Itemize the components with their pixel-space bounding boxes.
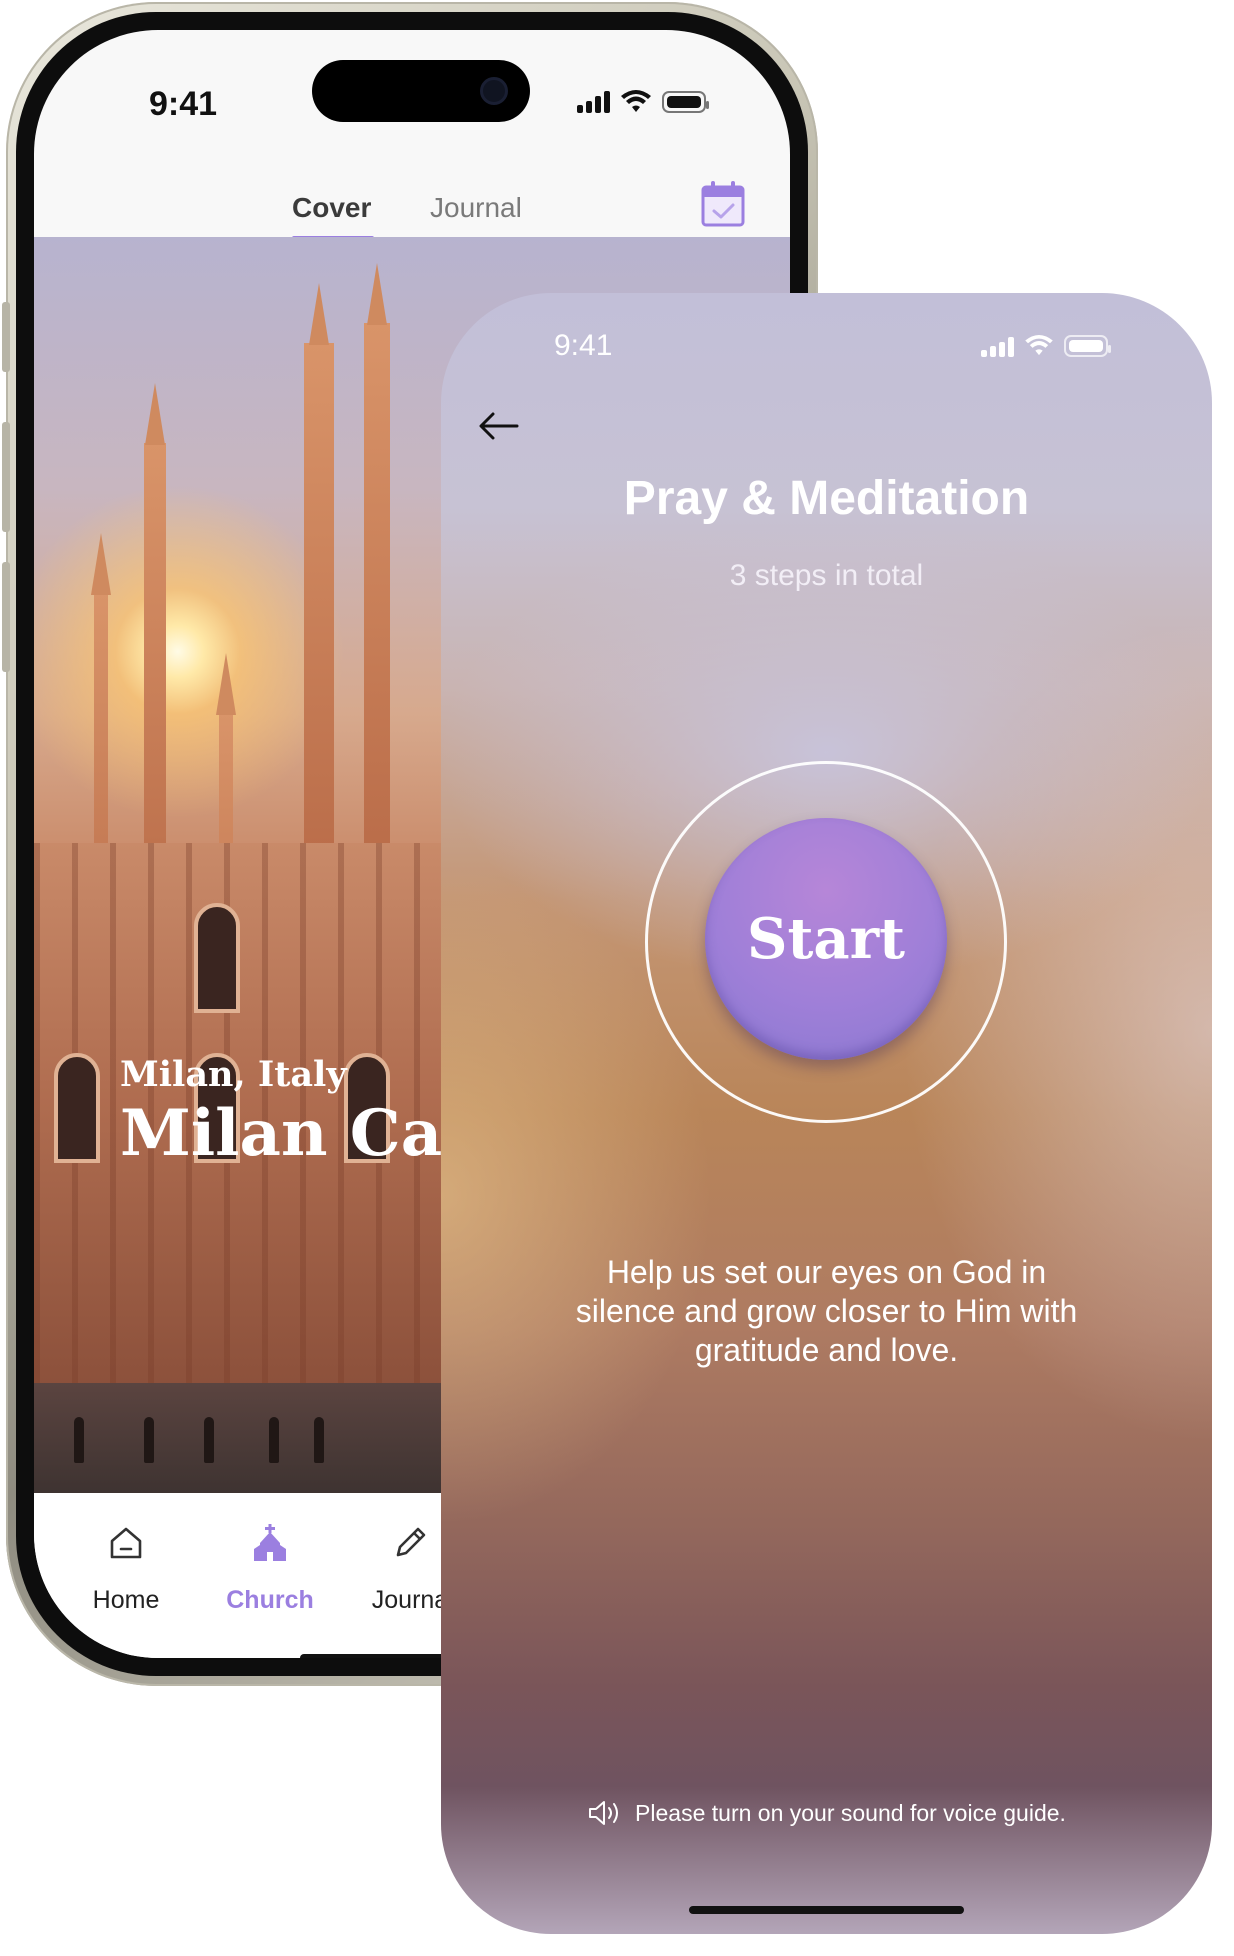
nav-item-home[interactable]: Home: [56, 1523, 196, 1615]
person-silhouette: [269, 1417, 279, 1463]
wifi-icon: [621, 90, 651, 112]
steps-subtitle: 3 steps in total: [729, 559, 924, 592]
volume-up-button: [2, 422, 10, 532]
status-time: 9:41: [149, 85, 218, 123]
pencil-icon: [396, 1527, 426, 1557]
calendar-check-icon[interactable]: [700, 180, 746, 228]
home-icon: [110, 1527, 142, 1559]
volume-down-button: [2, 562, 10, 672]
camera-icon: [480, 77, 508, 105]
person-silhouette: [204, 1417, 214, 1463]
status-bar: 9:41: [34, 30, 790, 160]
battery-icon: [662, 91, 709, 113]
nav-item-church[interactable]: Church: [200, 1523, 340, 1615]
status-icons: [981, 335, 1111, 357]
start-button[interactable]: Start: [705, 818, 947, 1060]
nav-label-home: Home: [92, 1586, 160, 1614]
wifi-icon: [1025, 335, 1053, 356]
person-silhouette: [314, 1417, 324, 1463]
back-arrow-icon[interactable]: [477, 411, 521, 441]
speaker-icon: [589, 1801, 619, 1825]
page-title: Pray & Meditation: [623, 472, 1030, 525]
person-silhouette: [144, 1417, 154, 1463]
dynamic-island: [312, 60, 530, 122]
cellular-signal-icon: [577, 91, 610, 113]
church-icon: [254, 1524, 286, 1561]
tab-cover[interactable]: Cover: [292, 192, 371, 224]
home-indicator: [689, 1906, 964, 1914]
meditation-description: Help us set our eyes on God in silence a…: [575, 1254, 1078, 1368]
church-location: Milan, Italy: [120, 1054, 347, 1095]
battery-icon: [1064, 335, 1111, 357]
status-icons: [577, 90, 709, 114]
tab-journal[interactable]: Journal: [430, 192, 522, 224]
status-time: 9:41: [554, 329, 613, 362]
sound-hint: Please turn on your sound for voice guid…: [441, 1799, 1212, 1827]
person-silhouette: [74, 1417, 84, 1463]
cellular-signal-icon: [981, 335, 1014, 357]
nav-label-church: Church: [226, 1586, 314, 1614]
side-button: [2, 302, 10, 372]
cathedral-window: [54, 1053, 100, 1163]
sound-hint-text: Please turn on your sound for voice guid…: [635, 1799, 1066, 1826]
meditation-screen: 9:41 Pray & Meditation 3 steps in total …: [441, 293, 1212, 1934]
cathedral-window: [194, 903, 240, 1013]
